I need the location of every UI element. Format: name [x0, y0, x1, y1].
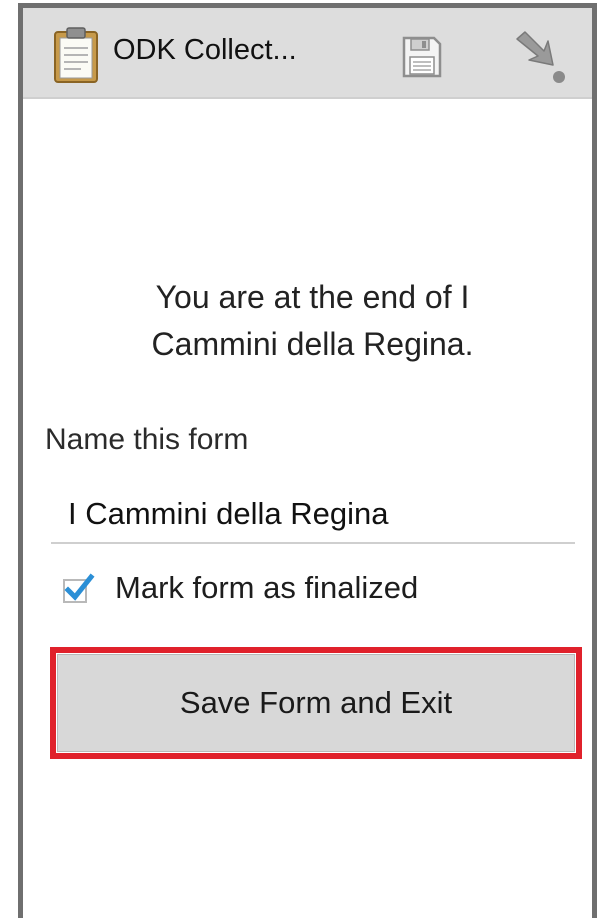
finalize-label: Mark form as finalized — [115, 570, 419, 605]
floppy-disk-icon[interactable] — [401, 35, 443, 79]
finalize-checkbox-row[interactable]: Mark form as finalized — [61, 564, 418, 612]
clipboard-icon — [54, 27, 98, 83]
app-title: ODK Collect... — [113, 34, 297, 66]
app-frame: ODK Collect... You are at the end of I C… — [18, 3, 597, 918]
arrow-to-point-icon[interactable] — [511, 29, 569, 87]
end-message-line-1: You are at the end of I — [155, 279, 470, 315]
form-name-input[interactable] — [51, 486, 575, 544]
action-bar: ODK Collect... — [23, 8, 592, 99]
end-of-form-message: You are at the end of I Cammini della Re… — [53, 274, 572, 368]
checkmark-icon[interactable] — [61, 571, 95, 605]
save-form-and-exit-button[interactable]: Save Form and Exit — [57, 654, 575, 752]
form-name-label: Name this form — [45, 423, 249, 456]
end-message-line-2: Cammini della Regina. — [151, 326, 474, 362]
